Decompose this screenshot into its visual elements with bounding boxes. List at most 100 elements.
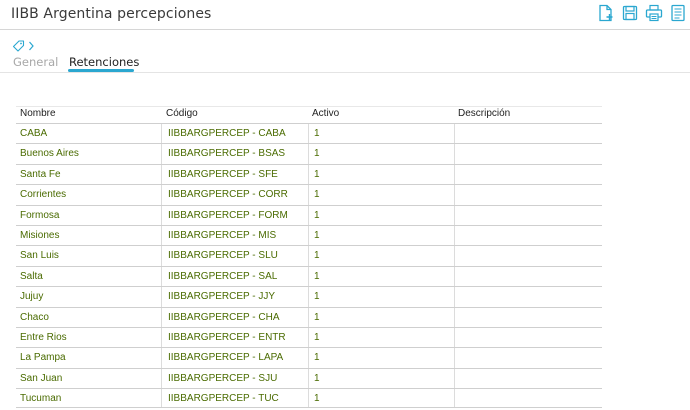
cell-activo: 1 <box>314 209 320 221</box>
cell-codigo: IIBBARGPERCEP - TUC <box>168 393 279 405</box>
column-divider <box>308 225 309 246</box>
cell-codigo: IIBBARGPERCEP - SLU <box>168 250 278 262</box>
active-tab-indicator <box>68 69 134 72</box>
column-header-activo[interactable]: Activo <box>312 107 339 121</box>
table-row[interactable]: Jujuy IIBBARGPERCEP - JJY 1 <box>16 286 602 307</box>
column-divider <box>454 124 455 144</box>
cell-activo: 1 <box>314 291 320 303</box>
column-divider <box>454 327 455 348</box>
cell-nombre: Tucuman <box>20 393 62 405</box>
column-divider <box>161 185 162 205</box>
column-divider <box>161 205 162 225</box>
table-row[interactable]: La Pampa IIBBARGPERCEP - LAPA 1 <box>16 347 602 368</box>
column-divider <box>308 246 309 266</box>
cell-nombre: San Juan <box>20 372 63 384</box>
column-divider <box>161 225 162 246</box>
new-document-icon <box>599 4 613 22</box>
cell-codigo: IIBBARGPERCEP - SAL <box>168 270 278 282</box>
column-divider <box>161 307 162 327</box>
tab-bar: General Retenciones <box>0 54 690 73</box>
list-button[interactable] <box>668 3 688 23</box>
column-divider <box>161 368 162 389</box>
column-divider <box>161 266 162 287</box>
table-row[interactable]: Santa Fe IIBBARGPERCEP - SFE 1 <box>16 163 602 185</box>
column-divider <box>454 368 455 389</box>
cell-nombre: Corrientes <box>20 189 67 201</box>
column-divider <box>454 287 455 307</box>
cell-activo: 1 <box>314 393 320 405</box>
cell-activo: 1 <box>314 352 320 364</box>
table-row[interactable]: Buenos Aires IIBBARGPERCEP - BSAS 1 <box>16 143 602 164</box>
column-header-nombre[interactable]: Nombre <box>20 107 56 121</box>
retenciones-table: Nombre Código Activo Descripción CABA IIB… <box>16 106 602 409</box>
table-row[interactable]: San Luis IIBBARGPERCEP - SLU 1 <box>16 245 602 266</box>
column-divider <box>308 144 309 164</box>
chevron-right-icon[interactable] <box>29 41 34 51</box>
column-divider <box>161 389 162 408</box>
cell-activo: 1 <box>314 229 320 241</box>
cell-activo: 1 <box>314 372 320 384</box>
breadcrumb <box>12 39 42 53</box>
column-divider <box>161 124 162 144</box>
tab-retenciones[interactable]: Retenciones <box>69 55 139 69</box>
new-document-button[interactable] <box>596 3 616 23</box>
column-divider <box>454 164 455 185</box>
table-row[interactable]: Misiones IIBBARGPERCEP - MIS 1 <box>16 224 602 246</box>
tag-icon[interactable] <box>12 40 25 52</box>
column-divider <box>308 307 309 327</box>
table-header-row: Nombre Código Activo Descripción <box>16 107 602 123</box>
column-divider <box>308 327 309 348</box>
cell-codigo: IIBBARGPERCEP - MIS <box>168 229 277 241</box>
cell-activo: 1 <box>314 331 320 343</box>
column-divider <box>308 266 309 287</box>
column-divider <box>308 389 309 408</box>
column-divider <box>454 144 455 164</box>
column-divider <box>161 287 162 307</box>
column-header-descripcion[interactable]: Descripción <box>458 107 510 121</box>
column-divider <box>161 348 162 368</box>
table-row[interactable]: CABA IIBBARGPERCEP - CABA 1 <box>16 123 602 144</box>
cell-activo: 1 <box>314 270 320 282</box>
print-icon <box>645 4 663 22</box>
cell-codigo: IIBBARGPERCEP - ENTR <box>168 331 286 343</box>
table-row[interactable]: Salta IIBBARGPERCEP - SAL 1 <box>16 265 602 287</box>
table-row[interactable]: Tucuman IIBBARGPERCEP - TUC 1 <box>16 388 602 409</box>
tab-general[interactable]: General <box>13 55 58 69</box>
column-header-codigo[interactable]: Código <box>166 107 198 121</box>
column-divider <box>454 266 455 287</box>
cell-activo: 1 <box>314 311 320 323</box>
table-row[interactable]: Formosa IIBBARGPERCEP - FORM 1 <box>16 204 602 225</box>
cell-codigo: IIBBARGPERCEP - FORM <box>168 209 288 221</box>
table-row[interactable]: Corrientes IIBBARGPERCEP - CORR 1 <box>16 184 602 205</box>
cell-activo: 1 <box>314 189 320 201</box>
column-divider <box>454 185 455 205</box>
save-icon <box>622 5 638 21</box>
cell-nombre: CABA <box>20 128 48 139</box>
table-row[interactable]: Entre Rios IIBBARGPERCEP - ENTR 1 <box>16 326 602 348</box>
column-divider <box>454 225 455 246</box>
column-divider <box>454 246 455 266</box>
column-divider <box>308 287 309 307</box>
column-divider <box>161 144 162 164</box>
print-button[interactable] <box>644 3 664 23</box>
column-divider <box>308 368 309 389</box>
cell-codigo: IIBBARGPERCEP - JJY <box>168 291 276 303</box>
cell-codigo: IIBBARGPERCEP - CORR <box>168 189 288 201</box>
cell-codigo: IIBBARGPERCEP - CHA <box>168 311 280 323</box>
list-icon <box>671 4 685 22</box>
column-divider <box>454 205 455 225</box>
table-body: CABA IIBBARGPERCEP - CABA 1 Buenos Aires IIB… <box>16 123 602 409</box>
cell-activo: 1 <box>314 250 320 262</box>
cell-nombre: San Luis <box>20 250 59 262</box>
table-row[interactable]: Chaco IIBBARGPERCEP - CHA 1 <box>16 306 602 327</box>
cell-nombre: Entre Rios <box>20 331 67 343</box>
column-divider <box>308 205 309 225</box>
cell-nombre: Jujuy <box>20 291 44 303</box>
cell-nombre: Formosa <box>20 209 60 221</box>
table-row[interactable]: San Juan IIBBARGPERCEP - SJU 1 <box>16 367 602 389</box>
cell-nombre: Buenos Aires <box>20 148 79 160</box>
column-divider <box>308 164 309 185</box>
column-divider <box>454 307 455 327</box>
cell-activo: 1 <box>314 148 320 160</box>
save-button[interactable] <box>620 3 640 23</box>
